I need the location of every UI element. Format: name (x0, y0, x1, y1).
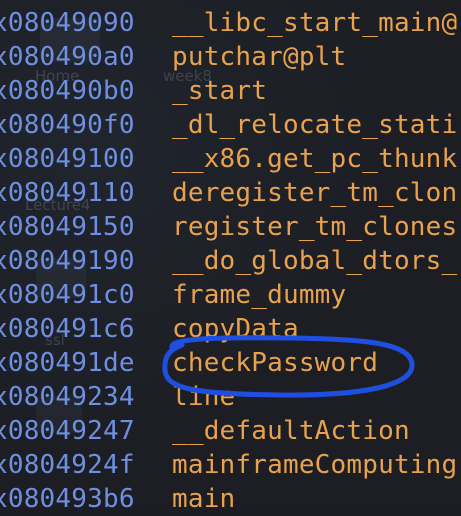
symbol-row[interactable]: x08049110 deregister_tm_clon (0, 176, 461, 210)
symbol-address: x08049090 (0, 8, 135, 38)
symbol-row[interactable]: x080493b6 main (0, 482, 461, 516)
symbol-name: checkPassword (172, 348, 379, 378)
symbol-address: x0804924f (0, 450, 135, 480)
symbol-row[interactable]: x0804924f mainframeComputing (0, 448, 461, 482)
symbol-address: x080493b6 (0, 484, 135, 514)
symbol-address: x08049110 (0, 178, 135, 208)
symbol-row[interactable]: x08049234 line (0, 380, 461, 414)
symbol-table: x08049090 __libc_start_main@ x080490a0 p… (0, 0, 461, 514)
symbol-name: frame_dummy (172, 280, 347, 310)
symbol-address: x08049150 (0, 212, 135, 242)
symbol-name: _dl_relocate_stati (172, 110, 458, 140)
symbol-row[interactable]: x08049090 __libc_start_main@ (0, 6, 461, 40)
symbol-row[interactable]: x08049190 __do_global_dtors_ (0, 244, 461, 278)
symbol-row[interactable]: x080490a0 putchar@plt (0, 40, 461, 74)
symbol-address: x080491c0 (0, 280, 135, 310)
symbol-name: __defaultAction (172, 416, 410, 446)
symbol-name: __libc_start_main@ (172, 8, 458, 38)
symbol-name: deregister_tm_clon (172, 178, 458, 208)
symbol-name: mainframeComputing (172, 450, 458, 480)
symbol-row[interactable]: x080491c0 frame_dummy (0, 278, 461, 312)
symbol-row[interactable]: x080490b0 _start (0, 74, 461, 108)
symbol-row[interactable]: x080491c6 copyData (0, 312, 461, 346)
symbol-address: x080490b0 (0, 76, 135, 106)
symbol-row[interactable]: x080490f0 _dl_relocate_stati (0, 108, 461, 142)
symbol-name: copyData (172, 314, 299, 344)
symbol-row-highlighted[interactable]: x080491de checkPassword (0, 346, 461, 380)
symbol-row[interactable]: x08049247 __defaultAction (0, 414, 461, 448)
symbol-row[interactable]: x08049150 register_tm_clones (0, 210, 461, 244)
symbol-address: x080491de (0, 348, 135, 378)
symbol-name: main (172, 484, 236, 514)
symbol-name: __do_global_dtors_ (172, 246, 458, 276)
symbol-address: x080490f0 (0, 110, 135, 140)
symbol-name: __x86.get_pc_thunk (172, 144, 458, 174)
symbol-row[interactable]: x08049100 __x86.get_pc_thunk (0, 142, 461, 176)
symbol-address: x08049234 (0, 382, 135, 412)
symbol-name: register_tm_clones (172, 212, 458, 242)
symbol-name: line (172, 382, 236, 412)
symbol-name: putchar@plt (172, 42, 347, 72)
symbol-address: x08049100 (0, 144, 135, 174)
symbol-address: x080490a0 (0, 42, 135, 72)
symbol-name: _start (172, 76, 268, 106)
symbol-address: x08049247 (0, 416, 135, 446)
symbol-address: x08049190 (0, 246, 135, 276)
symbol-address: x080491c6 (0, 314, 135, 344)
